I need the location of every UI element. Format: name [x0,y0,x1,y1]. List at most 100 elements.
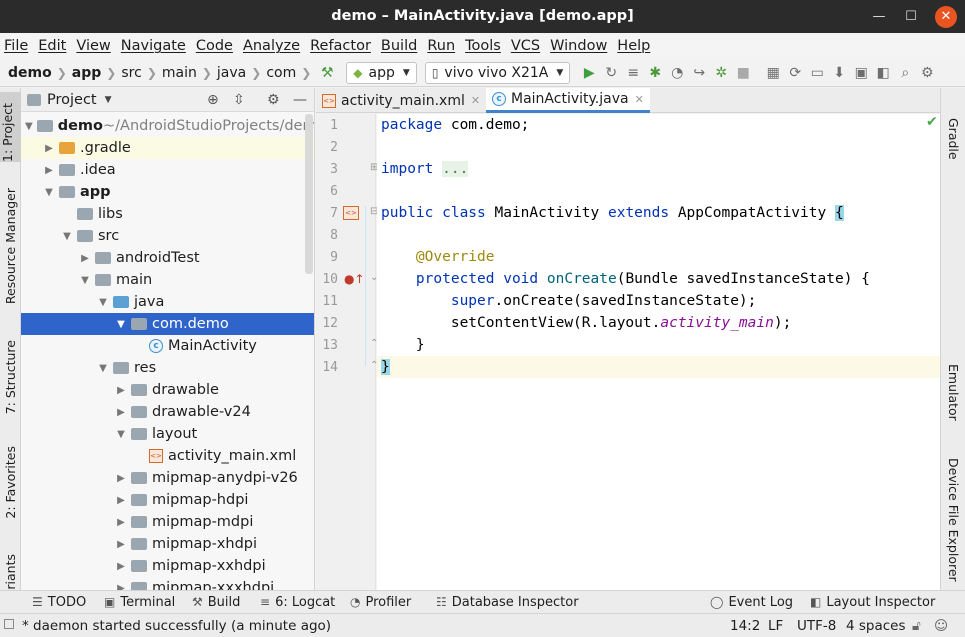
menu-build[interactable]: Build [381,38,417,54]
tree-item[interactable]: ▶ mipmap-hdpi [21,489,314,511]
collapse-arrow-icon[interactable]: ▶ [43,143,55,154]
expand-arrow-icon[interactable]: ▼ [43,187,55,198]
tree-item[interactable]: libs [21,203,314,225]
menu-code[interactable]: Code [196,38,233,54]
breadcrumb-demo[interactable]: demo [8,65,52,81]
tab-resource-manager[interactable]: Resource Manager [3,188,18,304]
menu-help[interactable]: Help [617,38,650,54]
tree-item[interactable]: ▼ res [21,357,314,379]
breadcrumb-com[interactable]: com [266,65,296,81]
menu-navigate[interactable]: Navigate [121,38,186,54]
tree-item[interactable]: ▶ mipmap-xhdpi [21,533,314,555]
menu-analyze[interactable]: Analyze [243,38,300,54]
hide-icon[interactable]: — [293,92,307,108]
breadcrumb-main[interactable]: main [162,65,197,81]
status-message[interactable]: * daemon started successfully (a minute … [22,618,331,634]
collapse-arrow-icon[interactable]: ▶ [115,583,127,591]
sync-gradle-icon[interactable]: ⟳ [784,62,806,84]
toggle-tool-windows-icon[interactable] [4,619,14,629]
menu-tools[interactable]: Tools [465,38,501,54]
tool-logcat[interactable]: ≡ 6: Logcat [260,595,335,610]
inspector-icon[interactable]: ☺ [934,618,948,634]
layout-inspector-icon[interactable]: ◧ [872,62,894,84]
tab-favorites[interactable]: 2: Favorites [3,446,18,519]
tree-item[interactable]: ▶ mipmap-mdpi [21,511,314,533]
tool-layout-inspector[interactable]: ◧ Layout Inspector [810,595,935,610]
apply-code-changes-icon[interactable]: ≡ [622,62,644,84]
collapse-all-icon[interactable]: ⇳ [233,92,245,108]
code-editor[interactable]: package com.demo; import ... public clas… [365,114,940,590]
project-structure-icon[interactable]: ▦ [762,62,784,84]
tab-device-file-explorer[interactable]: Device File Explorer [946,458,961,582]
expand-arrow-icon[interactable]: ▼ [25,121,33,132]
collapse-arrow-icon[interactable]: ▶ [115,539,127,550]
tab-structure[interactable]: 7: Structure [3,340,18,414]
indent-setting[interactable]: 4 spaces [846,618,906,634]
maximize-button[interactable]: ☐ [900,6,922,28]
menu-view[interactable]: View [76,38,110,54]
breadcrumb-src[interactable]: src [121,65,141,81]
collapse-arrow-icon[interactable]: ▶ [115,385,127,396]
tree-item[interactable]: ▶ mipmap-xxxhdpi [21,577,314,591]
attach-debugger-icon[interactable]: ↪ [688,62,710,84]
collapse-arrow-icon[interactable]: ▶ [115,561,127,572]
device-manager-icon[interactable]: ▣ [850,62,872,84]
collapse-arrow-icon[interactable]: ▶ [115,473,127,484]
run-icon[interactable]: ▶ [578,62,600,84]
gear-icon[interactable]: ⚙ [267,92,280,108]
layout-xml-gutter-icon[interactable]: <> [343,206,359,220]
debug-icon[interactable]: ✱ [644,62,666,84]
override-gutter-icon[interactable]: ●↑ [344,272,365,286]
collapse-arrow-icon[interactable]: ▶ [115,517,127,528]
tree-item[interactable]: ▶ drawable [21,379,314,401]
collapse-arrow-icon[interactable]: ▶ [43,165,55,176]
tab-emulator[interactable]: Emulator [946,364,961,421]
chevron-down-icon[interactable]: ▼ [105,95,112,105]
tab-activity-main-xml[interactable]: <> activity_main.xml ✕ [316,88,486,113]
tree-item[interactable]: ▶ mipmap-anydpi-v26 [21,467,314,489]
breadcrumb-app[interactable]: app [72,65,102,81]
tree-item[interactable]: ▶ androidTest [21,247,314,269]
tab-mainactivity-java[interactable]: c MainActivity.java ✕ [486,88,650,113]
tree-item[interactable]: ▼ com.demo [21,313,314,335]
close-window-button[interactable]: ✕ [935,6,957,28]
expand-arrow-icon[interactable]: ▼ [97,363,109,374]
tab-project[interactable]: 1: Project [0,92,21,162]
device-select[interactable]: ▯ vivo vivo X21A ▼ [424,61,571,84]
menu-refactor[interactable]: Refactor [310,38,371,54]
collapse-arrow-icon[interactable]: ▶ [115,495,127,506]
expand-arrow-icon[interactable]: ▼ [61,231,73,242]
menu-edit[interactable]: Edit [38,38,66,54]
collapse-arrow-icon[interactable]: ▶ [79,253,91,264]
collapse-arrow-icon[interactable]: ▶ [115,407,127,418]
expand-arrow-icon[interactable]: ▼ [79,275,91,286]
tool-build[interactable]: ⚒ Build [192,595,240,610]
sdk-manager-icon[interactable]: ⬇ [828,62,850,84]
project-panel-title[interactable]: Project [47,92,97,108]
tool-terminal[interactable]: ▣ Terminal [104,595,175,610]
avd-manager-icon[interactable]: ▭ [806,62,828,84]
debug-attach-icon[interactable]: ✲ [710,62,732,84]
apply-changes-icon[interactable]: ↻ [600,62,622,84]
tree-item[interactable]: ▶ .idea [21,159,314,181]
tree-item[interactable]: ▼ app [21,181,314,203]
menu-run[interactable]: Run [427,38,455,54]
close-icon[interactable]: ✕ [471,94,480,107]
tool-todo[interactable]: ☰ TODO [32,595,86,610]
file-encoding[interactable]: UTF-8 [797,618,836,634]
tree-item[interactable]: <> activity_main.xml [21,445,314,467]
tree-item[interactable]: ▶ mipmap-xxhdpi [21,555,314,577]
tab-build-variants[interactable]: riants [3,554,18,590]
line-separator[interactable]: LF [768,618,783,634]
tool-database-inspector[interactable]: ☷ Database Inspector [436,595,579,610]
tab-gradle[interactable]: Gradle [946,118,961,160]
run-config-select[interactable]: ◆ app ▼ [346,61,417,84]
search-icon[interactable]: ⌕ [894,62,916,84]
tool-event-log[interactable]: ◯ Event Log [710,595,793,610]
menu-file[interactable]: File [4,38,28,54]
caret-position[interactable]: 14:2 [730,618,760,634]
tree-item[interactable]: ▼ layout [21,423,314,445]
tree-item[interactable]: ▼ java [21,291,314,313]
editor-gutter[interactable]: 1 2 3 6 7 8 9 10 11 12 13 14 <> ●↑ ⊞ ⊟ ⌄… [316,114,378,590]
expand-arrow-icon[interactable]: ▼ [97,297,109,308]
